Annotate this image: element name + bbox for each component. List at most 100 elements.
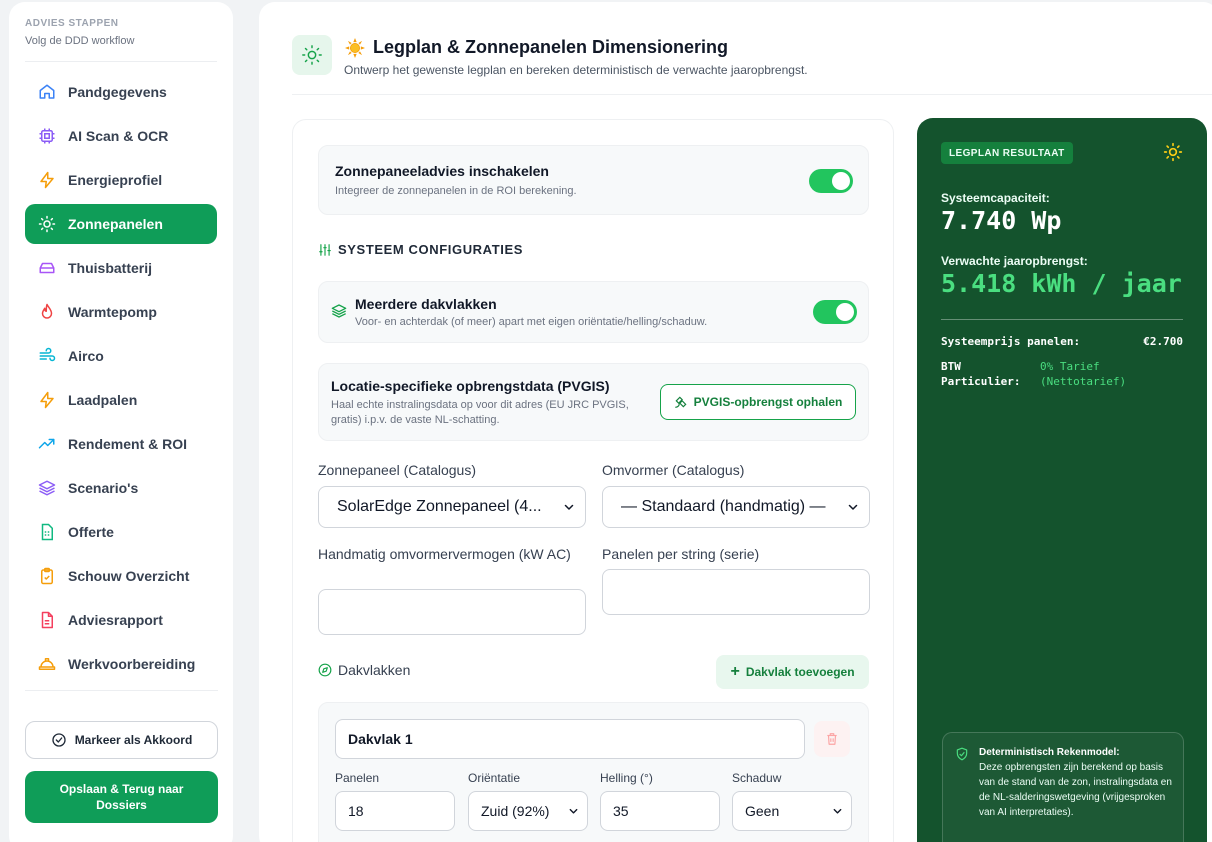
sidebar-item-airco[interactable]: Airco: [25, 336, 217, 376]
btw-label-line-1: BTW: [941, 360, 961, 373]
shade-select[interactable]: Geen: [732, 791, 852, 831]
sidebar-item-zonnepanelen[interactable]: Zonnepanelen: [25, 204, 217, 244]
approve-button[interactable]: Markeer als Akkoord: [25, 721, 218, 759]
sidebar-item-label: Werkvoorbereiding: [68, 656, 196, 672]
lightning-icon: [37, 390, 57, 410]
roof-areas-title-text: Dakvlakken: [338, 662, 411, 678]
sidebar-item-rendement[interactable]: Rendement & ROI: [25, 424, 217, 464]
home-icon: [37, 82, 57, 102]
orientation-label: Oriëntatie: [468, 771, 521, 785]
price-value: €2.700: [1143, 335, 1183, 348]
flame-icon: [37, 302, 57, 322]
sidebar-item-adviesrapport[interactable]: Adviesrapport: [25, 600, 217, 640]
wind-icon: [37, 346, 57, 366]
sidebar-item-label: Rendement & ROI: [68, 436, 188, 452]
section-title: SYSTEEM CONFIGURATIES: [318, 242, 523, 257]
enable-solar-subtitle: Integreer de zonnepanelen in de ROI bere…: [335, 185, 577, 197]
chevron-down-icon: [847, 501, 859, 513]
trending-up-icon: [37, 434, 57, 454]
sidebar-item-label: AI Scan & OCR: [68, 128, 169, 144]
shade-value: Geen: [745, 803, 780, 819]
inverter-catalog-value: — Standaard (handmatig) —: [621, 498, 826, 515]
orientation-value: Zuid (92%): [481, 803, 550, 819]
shade-label: Schaduw: [732, 771, 782, 785]
deterministic-note-title: Deterministisch Rekenmodel:: [979, 747, 1120, 758]
sidebar-item-werkvoorbereiding[interactable]: Werkvoorbereiding: [25, 644, 217, 684]
check-circle-icon: [51, 732, 67, 748]
pvgis-panel: Locatie-specifieke opbrengstdata (PVGIS)…: [318, 363, 869, 441]
lightning-icon: [37, 170, 57, 190]
header-sun-icon: [292, 35, 332, 75]
string-size-label: Panelen per string (serie): [602, 546, 760, 562]
approve-label: Markeer als Akkoord: [74, 733, 193, 747]
hard-hat-icon: [37, 654, 57, 674]
sidebar-item-warmtepomp[interactable]: Warmtepomp: [25, 292, 217, 332]
sidebar-item-ai-scan[interactable]: AI Scan & OCR: [25, 116, 217, 156]
layers-icon: [331, 303, 347, 324]
result-divider: [941, 319, 1183, 320]
sidebar-item-laadpalen[interactable]: Laadpalen: [25, 380, 217, 420]
tilt-input[interactable]: 35: [600, 791, 720, 831]
panel-catalog-value: SolarEdge Zonnepaneel (4...: [337, 498, 542, 515]
page-title-row: Legplan & Zonnepanelen Dimensionering: [345, 37, 728, 58]
sidebar-item-energieprofiel[interactable]: Energieprofiel: [25, 160, 217, 200]
pvgis-button-label: PVGIS-opbrengst ophalen: [693, 395, 843, 409]
yield-value: 5.418 kWh / jaar: [941, 269, 1182, 298]
roof-area-name-input[interactable]: Dakvlak 1: [335, 719, 805, 759]
yield-label: Verwachte jaaropbrengst:: [941, 254, 1088, 268]
sun-icon: [37, 214, 57, 234]
shield-check-icon: [955, 747, 969, 761]
inverter-catalog-select[interactable]: — Standaard (handmatig) —: [602, 486, 870, 528]
plus-icon: +: [730, 663, 740, 680]
add-roof-area-button[interactable]: + Dakvlak toevoegen: [716, 655, 869, 689]
result-badge: LEGPLAN RESULTAAT: [941, 142, 1073, 164]
panel-catalog-select[interactable]: SolarEdge Zonnepaneel (4...: [318, 486, 586, 528]
multi-roof-panel: Meerdere dakvlakken Voor- en achterdak (…: [318, 281, 869, 343]
panels-count-label: Panelen: [335, 771, 380, 785]
sidebar: ADVIES STAPPEN Volg de DDD workflow Pand…: [9, 2, 233, 842]
sidebar-item-label: Adviesrapport: [68, 612, 163, 628]
sidebar-item-pandgegevens[interactable]: Pandgegevens: [25, 72, 217, 112]
delete-roof-area-button[interactable]: [814, 721, 850, 757]
sidebar-item-thuisbatterij[interactable]: Thuisbatterij: [25, 248, 217, 288]
layout-result-panel: LEGPLAN RESULTAAT Systeemcapaciteit: 7.7…: [917, 118, 1207, 842]
sidebar-title: ADVIES STAPPEN: [25, 18, 119, 29]
sidebar-item-label: Schouw Overzicht: [68, 568, 190, 584]
sidebar-item-label: Thuisbatterij: [68, 260, 153, 276]
enable-solar-toggle[interactable]: [809, 169, 853, 193]
price-label: Systeemprijs panelen:: [941, 335, 1081, 348]
string-size-input[interactable]: [602, 569, 870, 615]
pvgis-subtitle: Haal echte instralingsdata op voor dit a…: [331, 399, 629, 426]
sidebar-subtitle: Volg de DDD workflow: [25, 35, 135, 47]
btw-value: 0% Tarief (Nettotarief): [1040, 359, 1126, 389]
roof-areas-title: Dakvlakken: [318, 662, 410, 678]
multi-roof-toggle[interactable]: [813, 300, 857, 324]
sidebar-item-offerte[interactable]: Offerte: [25, 512, 217, 552]
multi-roof-title: Meerdere dakvlakken: [355, 296, 497, 312]
tilt-label: Helling (°): [600, 771, 653, 785]
satellite-icon: [674, 395, 688, 409]
orientation-select[interactable]: Zuid (92%): [468, 791, 588, 831]
manual-inverter-input[interactable]: [318, 589, 586, 635]
pvgis-fetch-button[interactable]: PVGIS-opbrengst ophalen: [660, 384, 856, 420]
btw-value-line-2: (Nettotarief): [1040, 375, 1127, 388]
sidebar-divider: [25, 690, 218, 691]
sidebar-item-label: Airco: [68, 348, 104, 364]
trash-icon: [825, 732, 839, 746]
sidebar-item-label: Laadpalen: [68, 392, 138, 408]
sidebar-item-scenarios[interactable]: Scenario's: [25, 468, 217, 508]
sun-emoji-icon: [345, 37, 365, 58]
sidebar-item-schouw-overzicht[interactable]: Schouw Overzicht: [25, 556, 217, 596]
btw-label: BTW Particulier:: [941, 359, 1020, 389]
multi-roof-subtitle: Voor- en achterdak (of meer) apart met e…: [355, 316, 708, 328]
chevron-down-icon: [563, 501, 575, 513]
tilt-value: 35: [613, 803, 629, 819]
enable-solar-title: Zonnepaneeladvies inschakelen: [335, 163, 549, 179]
enable-solar-panel: Zonnepaneeladvies inschakelen Integreer …: [318, 145, 869, 215]
page-title: Legplan & Zonnepanelen Dimensionering: [373, 37, 729, 57]
panels-count-input[interactable]: 18: [335, 791, 455, 831]
clipboard-check-icon: [37, 566, 57, 586]
chevron-down-icon: [568, 806, 579, 817]
battery-icon: [37, 258, 57, 278]
save-and-back-button[interactable]: Opslaan & Terug naar Dossiers: [25, 771, 218, 823]
